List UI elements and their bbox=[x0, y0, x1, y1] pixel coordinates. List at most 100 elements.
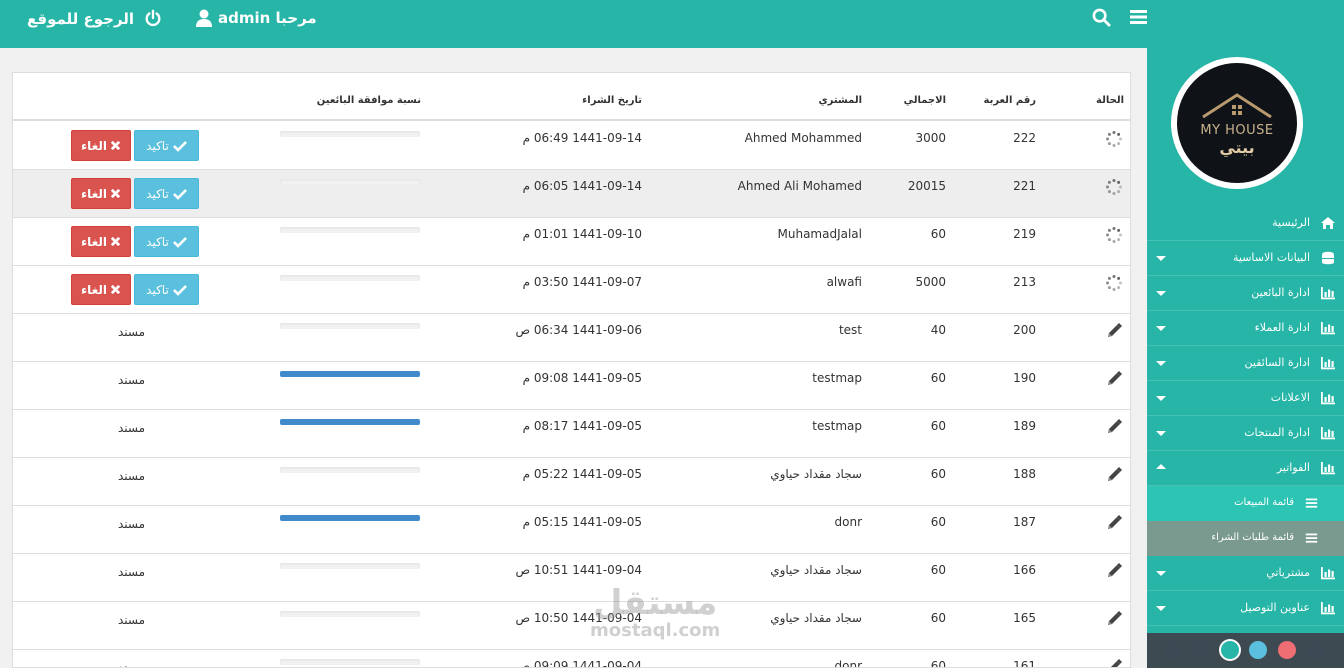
search-icon[interactable] bbox=[1092, 8, 1111, 27]
caret-down-icon bbox=[1156, 571, 1166, 576]
sidebar-item[interactable]: ادارة البائعين bbox=[1147, 276, 1344, 311]
table-row[interactable]: 200 40 test 1441-09-06 06:34 ص مسند bbox=[13, 314, 1130, 362]
back-to-site-link[interactable]: الرجوع للموقع bbox=[27, 10, 134, 28]
chart-icon bbox=[1321, 427, 1335, 440]
assigned-status: مسند bbox=[118, 565, 146, 579]
buyer-name: testmap bbox=[812, 371, 862, 385]
check-icon bbox=[172, 236, 187, 248]
confirm-label: تاكيد bbox=[146, 234, 169, 249]
cancel-button[interactable]: الغاء bbox=[71, 226, 131, 257]
cancel-label: الغاء bbox=[80, 234, 108, 249]
theme-color-swatch[interactable] bbox=[1221, 641, 1239, 659]
cart-number: 161 bbox=[1013, 659, 1036, 668]
confirm-label: تاكيد bbox=[146, 138, 169, 153]
total-amount: 60 bbox=[930, 515, 946, 529]
sidebar-item-label: الاعلانات bbox=[1270, 391, 1310, 404]
chart-icon bbox=[1321, 462, 1335, 475]
purchase-date: 1441-09-06 06:34 ص bbox=[515, 323, 643, 337]
table-row[interactable]: 221 20015 Ahmed Ali Mohamed 1441-09-14 06:0… bbox=[13, 170, 1130, 218]
theme-color-swatch[interactable] bbox=[1249, 641, 1267, 659]
theme-color-swatch[interactable] bbox=[1278, 641, 1296, 659]
table-row[interactable]: 189 60 testmap 1441-09-05 08:17 م مسند bbox=[13, 410, 1130, 458]
total-amount: 60 bbox=[930, 371, 946, 385]
theme-color-swatch[interactable] bbox=[1164, 641, 1182, 659]
header-cart-number: رقم العربة bbox=[983, 95, 1037, 106]
purchase-date: 1441-09-04 09:09 ص bbox=[515, 659, 643, 668]
close-icon bbox=[110, 188, 121, 199]
cart-number: 200 bbox=[1013, 323, 1036, 337]
menu-icon[interactable] bbox=[1130, 9, 1147, 25]
theme-color-picker bbox=[1147, 633, 1344, 668]
buyer-name: test bbox=[838, 323, 862, 337]
welcome-user[interactable]: مرحبا admin bbox=[196, 9, 317, 27]
sidebar-item[interactable]: ادارة المنتجات bbox=[1147, 416, 1344, 451]
table-header: الحالة رقم العربة الاجمالي المشتري تاريخ… bbox=[13, 73, 1130, 121]
table-row[interactable]: 222 3000 Ahmed Mohammed 1441-09-14 06:49 م ت… bbox=[13, 122, 1130, 170]
cancel-button[interactable]: الغاء bbox=[71, 178, 131, 209]
sidebar-item[interactable]: الاعلانات bbox=[1147, 381, 1344, 416]
cancel-label: الغاء bbox=[80, 282, 108, 297]
edit-icon bbox=[1111, 659, 1122, 667]
house-roof-icon bbox=[1202, 93, 1272, 119]
sidebar-item[interactable]: ادارة العملاء bbox=[1147, 311, 1344, 346]
sidebar-item[interactable]: ادارة السائقين bbox=[1147, 346, 1344, 381]
sidebar-item-label: عناوين التوصيل bbox=[1240, 601, 1310, 614]
sidebar-subitem[interactable]: قائمة المبيعات bbox=[1147, 486, 1344, 521]
confirm-button[interactable]: تاكيد bbox=[134, 226, 199, 257]
cancel-button[interactable]: الغاء bbox=[71, 274, 131, 305]
table-row[interactable]: 190 60 testmap 1441-09-05 09:08 م مسند bbox=[13, 362, 1130, 410]
table-row[interactable]: 166 60 سجاد مقداد حياوي 1441-09-04 10:51 ص م… bbox=[13, 554, 1130, 602]
table-row[interactable]: 187 60 donr 1441-09-05 05:15 م مسند bbox=[13, 506, 1130, 554]
sidebar-item-label: ادارة المنتجات bbox=[1244, 426, 1310, 439]
header-seller-approval: نسبة موافقة البائعين bbox=[316, 95, 421, 106]
table-row[interactable]: 165 60 سجاد مقداد حياوي 1441-09-04 10:50 ص م… bbox=[13, 602, 1130, 650]
purchase-date: 1441-09-04 10:50 ص bbox=[515, 611, 643, 625]
assigned-status: مسند bbox=[118, 613, 146, 627]
sidebar-subitem[interactable]: قائمة طلبات الشراء bbox=[1147, 521, 1344, 556]
edit-icon bbox=[1108, 611, 1122, 625]
cancel-button[interactable]: الغاء bbox=[71, 130, 131, 161]
sidebar: MY HOUSE بيتي الرئيسية البيانات الاساسية ا… bbox=[1147, 48, 1344, 668]
sidebar-item[interactable]: البيانات الاساسية bbox=[1147, 241, 1344, 276]
approval-progress-fill bbox=[280, 419, 420, 425]
edit-icon bbox=[1108, 467, 1122, 481]
assigned-status: مسند bbox=[118, 373, 146, 387]
confirm-button[interactable]: تاكيد bbox=[134, 130, 199, 161]
confirm-button[interactable]: تاكيد bbox=[134, 274, 199, 305]
edit-icon bbox=[1108, 563, 1122, 577]
logo-text-en: MY HOUSE bbox=[1200, 123, 1274, 138]
theme-color-swatch[interactable] bbox=[1192, 641, 1210, 659]
sidebar-subitem-label: قائمة طلبات الشراء bbox=[1211, 532, 1294, 543]
close-icon bbox=[110, 140, 121, 151]
sidebar-item[interactable]: الفواتير bbox=[1147, 451, 1344, 486]
total-amount: 60 bbox=[930, 419, 946, 433]
header-buyer: المشتري bbox=[818, 95, 862, 106]
table-row[interactable]: 161 60 donr 1441-09-04 09:09 ص مسند bbox=[13, 650, 1130, 668]
sidebar-item-label: ادارة السائقين bbox=[1244, 356, 1310, 369]
buyer-name: سجاد مقداد حياوي bbox=[770, 467, 862, 481]
table-row[interactable]: 219 60 MuhamadJalal 1441-09-10 01:01 م تاكيد… bbox=[13, 218, 1130, 266]
sidebar-item[interactable]: مشترياتي bbox=[1147, 556, 1344, 591]
caret-down-icon bbox=[1156, 291, 1166, 296]
logo-text-ar: بيتي bbox=[1219, 138, 1255, 157]
power-icon[interactable] bbox=[144, 9, 162, 27]
purchase-date: 1441-09-05 05:15 م bbox=[522, 515, 642, 529]
cart-number: 189 bbox=[1013, 419, 1036, 433]
table-row[interactable]: 188 60 سجاد مقداد حياوي 1441-09-05 05:22 م م… bbox=[13, 458, 1130, 506]
buyer-name: MuhamadJalal bbox=[777, 227, 863, 241]
sidebar-item[interactable]: عناوين التوصيل bbox=[1147, 591, 1344, 626]
edit-icon bbox=[1108, 419, 1122, 433]
confirm-button[interactable]: تاكيد bbox=[134, 178, 199, 209]
cart-number: 221 bbox=[1013, 179, 1036, 193]
table-row[interactable]: 213 5000 alwafi 1441-09-07 03:50 م تاكيد الغا… bbox=[13, 266, 1130, 314]
database-icon bbox=[1322, 251, 1334, 265]
approval-progress-bar bbox=[280, 131, 420, 137]
approval-progress-bar bbox=[280, 659, 420, 665]
sidebar-item[interactable]: الرئيسية bbox=[1147, 206, 1344, 241]
approval-progress-bar bbox=[280, 515, 420, 521]
theme-color-swatch[interactable] bbox=[1307, 641, 1325, 659]
check-icon bbox=[172, 188, 187, 200]
list-icon bbox=[1305, 533, 1318, 543]
assigned-status: مسند bbox=[118, 517, 146, 531]
site-logo[interactable]: MY HOUSE بيتي bbox=[1171, 57, 1303, 189]
